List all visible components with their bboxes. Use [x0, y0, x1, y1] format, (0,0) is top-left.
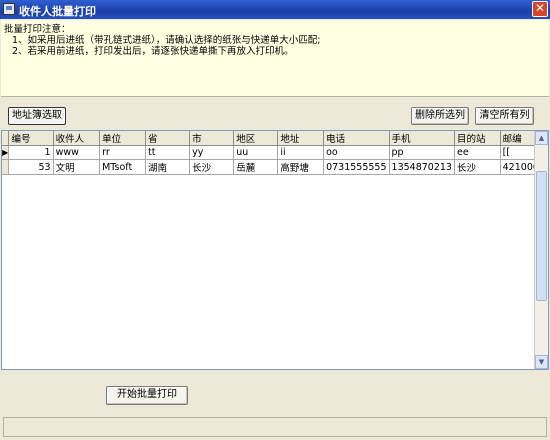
- column-header[interactable]: 单位: [99, 131, 146, 146]
- close-button[interactable]: ✕: [532, 1, 548, 17]
- column-header[interactable]: 电话: [323, 131, 390, 146]
- status-bar: [3, 417, 547, 437]
- column-header[interactable]: 编号: [8, 131, 54, 146]
- vertical-scrollbar[interactable]: ▲ ▼: [534, 131, 548, 369]
- table-cell[interactable]: 湖南: [145, 159, 191, 175]
- print-notice-panel: 批量打印注意： 1、如采用后进纸（带孔链式进纸），请确认选择的纸张与快递单大小匹…: [1, 20, 549, 97]
- app-icon: [3, 3, 15, 15]
- table-cell[interactable]: 1: [8, 145, 54, 160]
- table-cell[interactable]: 文明: [53, 159, 101, 175]
- table-cell[interactable]: pp: [389, 145, 455, 160]
- table-cell[interactable]: 长沙: [189, 159, 235, 175]
- table-cell[interactable]: rr: [99, 145, 146, 160]
- table-cell[interactable]: 长沙: [454, 159, 501, 175]
- scroll-up-icon[interactable]: ▲: [535, 131, 548, 145]
- table-cell[interactable]: www: [53, 145, 101, 160]
- column-header[interactable]: 省: [145, 131, 191, 146]
- table-cell[interactable]: tt: [145, 145, 191, 160]
- title-bar: 收件人批量打印 ✕: [0, 0, 550, 19]
- table-row[interactable]: 53 文明 MTsoft 湖南 长沙 岳麓 高野塘 0731555555 135…: [2, 159, 548, 175]
- start-batch-print-button[interactable]: 开始批量打印: [106, 386, 188, 405]
- notice-line-2: 2、若采用前进纸，打印发出后，请逐张快递单撕下再放入打印机。: [12, 46, 294, 57]
- window-title: 收件人批量打印: [19, 5, 96, 18]
- table-cell[interactable]: yy: [189, 145, 235, 160]
- column-header[interactable]: 目的站: [454, 131, 501, 146]
- table-cell[interactable]: 1354870213: [389, 159, 455, 175]
- column-header[interactable]: 地区: [233, 131, 279, 146]
- column-header[interactable]: 收件人: [53, 131, 101, 146]
- table-cell[interactable]: uu: [233, 145, 279, 160]
- row-indicator-header: [2, 131, 10, 146]
- scroll-down-icon[interactable]: ▼: [535, 355, 548, 369]
- table-cell[interactable]: ii: [277, 145, 325, 160]
- column-header[interactable]: 市: [189, 131, 235, 146]
- table-row[interactable]: ▶ 1 www rr tt yy uu ii oo pp ee [[: [2, 145, 548, 160]
- delete-selected-button[interactable]: 删除所选列: [411, 107, 469, 125]
- column-header[interactable]: 手机: [389, 131, 455, 146]
- clear-all-button[interactable]: 清空所有列: [475, 107, 534, 125]
- row-indicator: [2, 159, 10, 175]
- table-cell[interactable]: 53: [8, 159, 54, 175]
- toolbar: 地址簿选取 删除所选列 清空所有列: [0, 98, 550, 128]
- table-cell[interactable]: 高野塘: [277, 159, 325, 175]
- table-cell[interactable]: MTsoft: [99, 159, 146, 175]
- notice-heading: 批量打印注意：: [4, 24, 71, 35]
- table-cell[interactable]: 岳麓: [233, 159, 279, 175]
- notice-line-1: 1、如采用后进纸（带孔链式进纸），请确认选择的纸张与快递单大小匹配;: [12, 35, 321, 46]
- address-book-select-button[interactable]: 地址簿选取: [8, 107, 66, 125]
- column-header[interactable]: 地址: [277, 131, 325, 146]
- scroll-thumb[interactable]: [536, 171, 547, 301]
- header-row: 编号 收件人 单位 省 市 地区 地址 电话 手机 目的站 邮编: [2, 131, 548, 146]
- table-cell[interactable]: 0731555555: [323, 159, 390, 175]
- table-cell[interactable]: oo: [323, 145, 390, 160]
- current-row-indicator-icon: ▶: [2, 145, 10, 160]
- recipient-table: 编号 收件人 单位 省 市 地区 地址 电话 手机 目的站 邮编 ▶ 1 www…: [2, 131, 548, 175]
- table-cell[interactable]: ee: [454, 145, 501, 160]
- recipient-grid[interactable]: 编号 收件人 单位 省 市 地区 地址 电话 手机 目的站 邮编 ▶ 1 www…: [1, 130, 549, 370]
